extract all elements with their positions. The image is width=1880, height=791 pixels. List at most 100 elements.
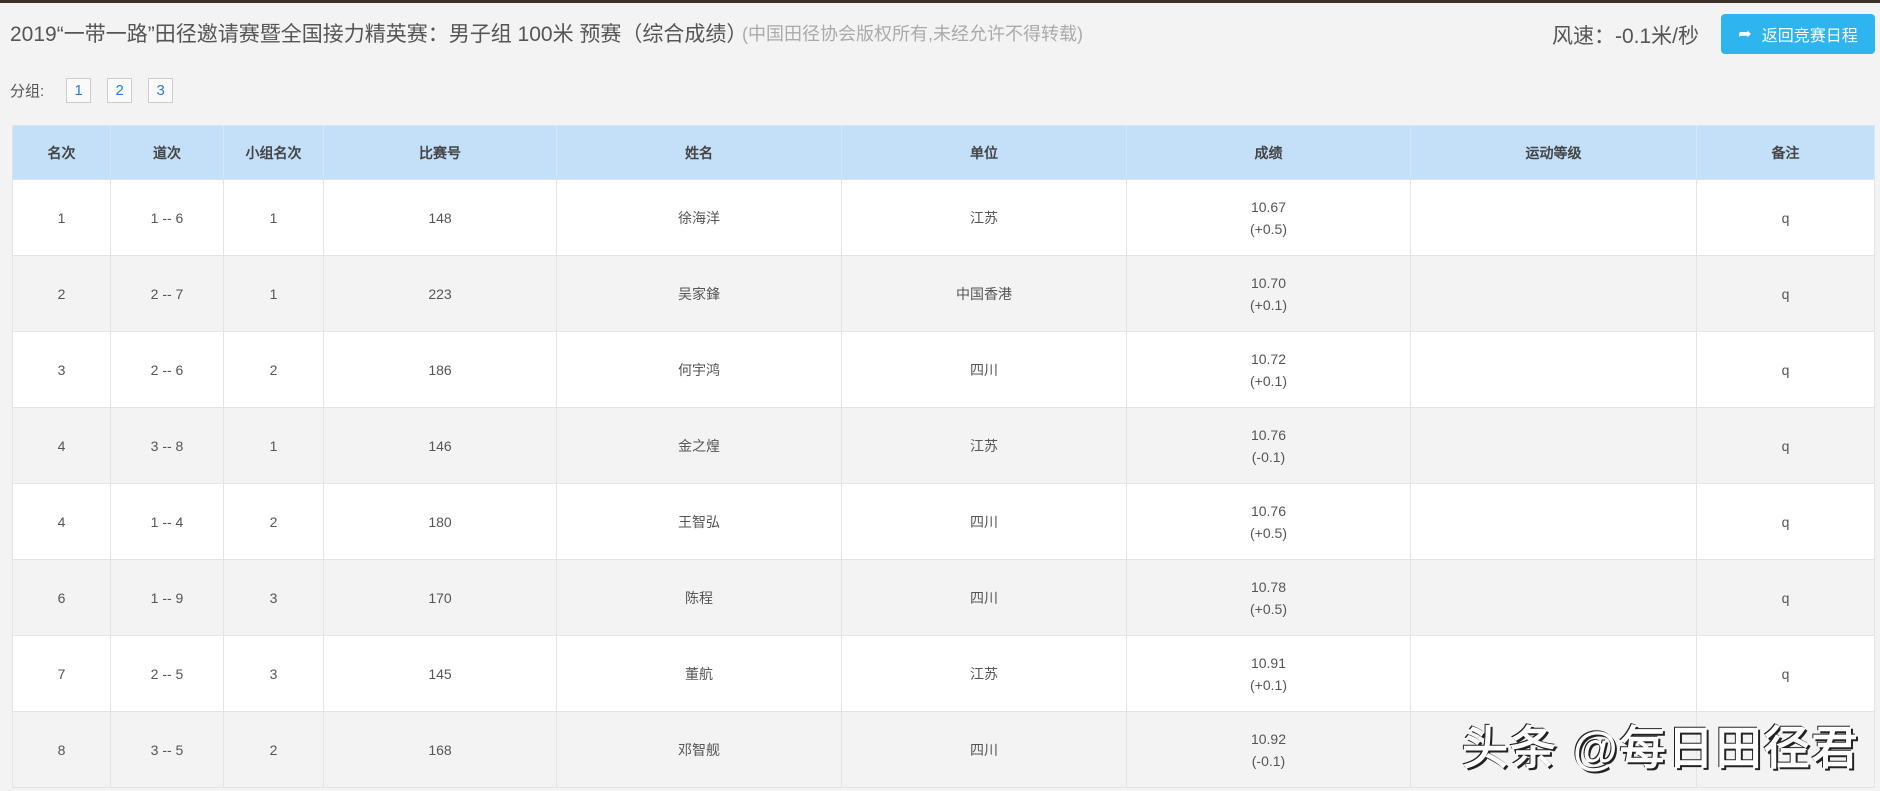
column-header: 小组名次 <box>223 125 324 180</box>
result-time: 10.76 <box>1250 426 1287 443</box>
cell-group-rank: 1 <box>223 255 324 332</box>
result-time: 10.91 <box>1250 654 1287 671</box>
cell-unit: 江苏 <box>841 635 1127 712</box>
cell-rank: 7 <box>12 635 111 712</box>
back-to-schedule-button[interactable]: ➦ 返回竞赛日程 <box>1721 14 1875 54</box>
cell-result: 10.76 (+0.5) <box>1126 483 1411 560</box>
back-button-label: 返回竞赛日程 <box>1761 28 1858 45</box>
cell-lane: 2 -- 6 <box>110 331 224 408</box>
cell-unit: 四川 <box>841 559 1127 636</box>
result-time: 10.70 <box>1250 274 1287 291</box>
result-wind: (+0.1) <box>1250 676 1287 693</box>
table-row: 61 -- 9 3 170 陈程 四川 10.78 (+0.5) q <box>12 559 1875 636</box>
result-time: 10.78 <box>1250 578 1287 595</box>
table-row: 32 -- 6 2 186 何宇鸿 四川 10.72 (+0.1) q <box>12 331 1875 408</box>
result-wind: (+0.1) <box>1250 296 1287 313</box>
cell-level <box>1410 407 1697 484</box>
cell-bib: 180 <box>323 483 557 560</box>
group-button-3[interactable]: 3 <box>148 78 174 103</box>
cell-group-rank: 1 <box>223 179 324 256</box>
cell-bib: 146 <box>323 407 557 484</box>
cell-level <box>1410 635 1697 712</box>
result-wind: (+0.5) <box>1250 524 1287 541</box>
copyright-note: (中国田径协会版权所有,未经允许不得转载) <box>742 24 1083 44</box>
result-time: 10.72 <box>1250 350 1287 367</box>
cell-bib: 223 <box>323 255 557 332</box>
column-header: 备注 <box>1696 125 1875 180</box>
group-button-1[interactable]: 1 <box>66 78 92 103</box>
column-header: 成绩 <box>1126 125 1411 180</box>
group-button-2[interactable]: 2 <box>107 78 133 103</box>
cell-result: 10.67 (+0.5) <box>1126 179 1411 256</box>
cell-lane: 1 -- 9 <box>110 559 224 636</box>
result-time: 10.67 <box>1250 198 1287 215</box>
cell-unit: 四川 <box>841 711 1127 788</box>
cell-name: 何宇鸿 <box>556 331 842 408</box>
cell-unit: 江苏 <box>841 179 1127 256</box>
cell-note: q <box>1696 179 1875 256</box>
table-row: 72 -- 5 3 145 董航 江苏 10.91 (+0.1) q <box>12 635 1875 712</box>
result-time: 10.92 <box>1250 730 1287 747</box>
cell-lane: 1 -- 6 <box>110 179 224 256</box>
page-title: 2019“一带一路”田径邀请赛暨全国接力精英赛：男子组 100米 预赛（综合成绩… <box>10 23 748 46</box>
cell-level <box>1410 255 1697 332</box>
column-header: 比赛号 <box>323 125 557 180</box>
cell-name: 王智弘 <box>556 483 842 560</box>
cell-rank: 8 <box>12 711 111 788</box>
cell-note: q <box>1696 559 1875 636</box>
wind-speed: 风速：-0.1米/秒 <box>1552 25 1700 48</box>
table-header: 名次 道次 小组名次 比赛号 姓名 单位 成绩 运动等级 备注 <box>12 125 1875 180</box>
cell-unit: 中国香港 <box>841 255 1127 332</box>
table-row: 11 -- 6 1 148 徐海洋 江苏 10.67 (+0.5) q <box>12 179 1875 256</box>
cell-group-rank: 2 <box>223 711 324 788</box>
cell-result: 10.72 (+0.1) <box>1126 331 1411 408</box>
cell-name: 徐海洋 <box>556 179 842 256</box>
cell-note: q <box>1696 483 1875 560</box>
column-header: 姓名 <box>556 125 842 180</box>
table-row: 41 -- 4 2 180 王智弘 四川 10.76 (+0.5) q <box>12 483 1875 560</box>
cell-level <box>1410 179 1697 256</box>
cell-bib: 148 <box>323 179 557 256</box>
cell-lane: 2 -- 5 <box>110 635 224 712</box>
column-header: 道次 <box>110 125 224 180</box>
cell-group-rank: 2 <box>223 483 324 560</box>
cell-result: 10.91 (+0.1) <box>1126 635 1411 712</box>
cell-group-rank: 3 <box>223 559 324 636</box>
result-wind: (+0.5) <box>1250 600 1287 617</box>
column-header: 名次 <box>12 125 111 180</box>
cell-bib: 170 <box>323 559 557 636</box>
top-border <box>0 0 1880 3</box>
cell-bib: 186 <box>323 331 557 408</box>
cell-bib: 168 <box>323 711 557 788</box>
cell-rank: 2 <box>12 255 111 332</box>
cell-name: 邓智舰 <box>556 711 842 788</box>
result-wind: (+0.1) <box>1250 372 1287 389</box>
cell-group-rank: 2 <box>223 331 324 408</box>
result-wind: (-0.1) <box>1251 752 1286 769</box>
cell-rank: 3 <box>12 331 111 408</box>
cell-group-rank: 1 <box>223 407 324 484</box>
cell-result: 10.70 (+0.1) <box>1126 255 1411 332</box>
cell-level <box>1410 559 1697 636</box>
cell-name: 吴家鋒 <box>556 255 842 332</box>
cell-rank: 1 <box>12 179 111 256</box>
cell-result: 10.78 (+0.5) <box>1126 559 1411 636</box>
cell-note: q <box>1696 331 1875 408</box>
cell-name: 陈程 <box>556 559 842 636</box>
cell-unit: 四川 <box>841 331 1127 408</box>
share-arrow-icon: ➦ <box>1738 26 1752 43</box>
cell-result: 10.76 (-0.1) <box>1126 407 1411 484</box>
group-label: 分组: <box>10 83 45 100</box>
cell-group-rank: 3 <box>223 635 324 712</box>
result-time: 10.76 <box>1250 502 1287 519</box>
cell-name: 董航 <box>556 635 842 712</box>
column-header: 单位 <box>841 125 1127 180</box>
cell-note: q <box>1696 635 1875 712</box>
cell-rank: 4 <box>12 483 111 560</box>
cell-lane: 3 -- 8 <box>110 407 224 484</box>
cell-rank: 4 <box>12 407 111 484</box>
cell-unit: 四川 <box>841 483 1127 560</box>
cell-lane: 1 -- 4 <box>110 483 224 560</box>
cell-rank: 6 <box>12 559 111 636</box>
cell-lane: 2 -- 7 <box>110 255 224 332</box>
